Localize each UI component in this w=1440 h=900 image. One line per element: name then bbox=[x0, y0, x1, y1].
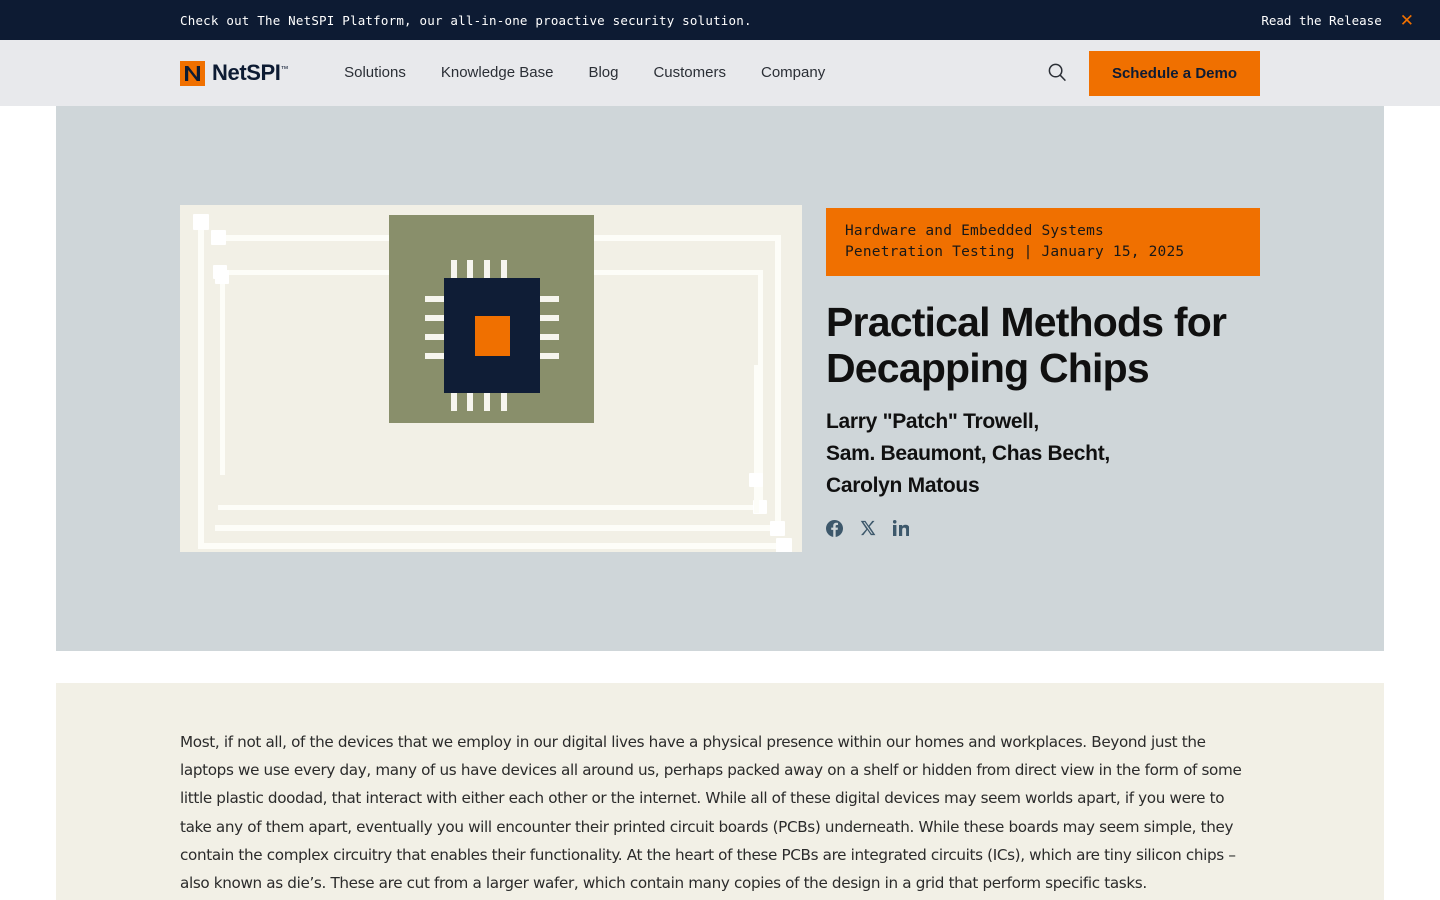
circuit-trace bbox=[218, 505, 763, 510]
x-twitter-icon[interactable] bbox=[860, 520, 876, 536]
circuit-pad bbox=[776, 538, 792, 552]
close-icon[interactable]: ✕ bbox=[1400, 12, 1416, 29]
chip-pin bbox=[539, 315, 559, 321]
circuit-trace bbox=[220, 275, 225, 475]
chip-plate bbox=[389, 215, 594, 423]
nav-item-knowledge-base[interactable]: Knowledge Base bbox=[441, 64, 589, 82]
chip-pin bbox=[484, 391, 490, 411]
linkedin-icon[interactable] bbox=[893, 520, 909, 537]
category-label: Hardware and Embedded Systems bbox=[845, 223, 1104, 239]
netspi-logo[interactable]: NetSPI™ bbox=[180, 60, 289, 86]
chip-pin bbox=[451, 391, 457, 411]
author-line-1: Larry "Patch" Trowell, bbox=[826, 409, 1039, 433]
chip-pin bbox=[425, 334, 445, 340]
circuit-trace bbox=[754, 365, 759, 513]
announcement-actions: Read the Release ✕ bbox=[1261, 12, 1416, 29]
announcement-bar: Check out The NetSPI Platform, our all-i… bbox=[0, 0, 1440, 40]
nav-link-customers[interactable]: Customers bbox=[653, 64, 761, 81]
nav-item-company[interactable]: Company bbox=[761, 64, 860, 82]
chip-pin bbox=[425, 353, 445, 359]
page-title: Practical Methods for Decapping Chips bbox=[826, 299, 1227, 392]
chip-pin bbox=[425, 296, 445, 302]
facebook-icon[interactable] bbox=[826, 519, 843, 537]
netspi-logo-mark-icon bbox=[180, 60, 205, 86]
decapped-chip-illustration bbox=[180, 205, 802, 552]
nav-item-blog[interactable]: Blog bbox=[588, 64, 653, 82]
brand-word-text: NetSPI bbox=[212, 60, 281, 85]
chip-pin bbox=[539, 353, 559, 359]
circuit-trace bbox=[215, 525, 781, 531]
trademark-symbol: ™ bbox=[280, 64, 289, 74]
nav-links: Solutions Knowledge Base Blog Customers … bbox=[344, 64, 860, 82]
author-line-3: Carolyn Matous bbox=[826, 473, 980, 497]
circuit-trace bbox=[775, 235, 781, 531]
circuit-trace bbox=[198, 543, 784, 549]
read-the-release-link[interactable]: Read the Release bbox=[1261, 13, 1381, 28]
main-navigation: NetSPI™ Solutions Knowledge Base Blog Cu… bbox=[0, 40, 1440, 106]
chip-pin bbox=[451, 260, 457, 280]
nav-item-solutions[interactable]: Solutions bbox=[344, 64, 441, 82]
chip-pin bbox=[467, 391, 473, 411]
hero-section: Hardware and Embedded Systems Penetratio… bbox=[56, 106, 1384, 651]
netspi-logo-text: NetSPI™ bbox=[212, 60, 289, 86]
chip-body bbox=[444, 278, 540, 393]
chip-pin bbox=[501, 391, 507, 411]
circuit-pad bbox=[770, 521, 785, 536]
category-date-badge[interactable]: Hardware and Embedded Systems Penetratio… bbox=[826, 208, 1260, 277]
hero-inner: Hardware and Embedded Systems Penetratio… bbox=[56, 205, 1384, 552]
social-share-row bbox=[826, 519, 1260, 537]
circuit-pad bbox=[193, 214, 209, 230]
circuit-pad bbox=[215, 270, 229, 284]
chip-pin bbox=[425, 315, 445, 321]
article-intro-paragraph: Most, if not all, of the devices that we… bbox=[180, 733, 1242, 893]
chip-pin bbox=[539, 334, 559, 340]
nav-actions: Schedule a Demo bbox=[1025, 40, 1440, 106]
nav-link-knowledge-base[interactable]: Knowledge Base bbox=[441, 64, 589, 81]
nav-item-customers[interactable]: Customers bbox=[653, 64, 761, 82]
search-button[interactable] bbox=[1025, 62, 1089, 85]
search-icon bbox=[1047, 62, 1067, 85]
author-line-2: Sam. Beaumont, Chas Becht, bbox=[826, 441, 1110, 465]
announcement-message: Check out The NetSPI Platform, our all-i… bbox=[180, 12, 752, 28]
chip-pin bbox=[484, 260, 490, 280]
category-date-label: Penetration Testing | January 15, 2025 bbox=[845, 243, 1185, 260]
chip-pin bbox=[539, 296, 559, 302]
circuit-pad bbox=[211, 230, 226, 245]
circuit-trace bbox=[198, 219, 204, 549]
hero-text-column: Hardware and Embedded Systems Penetratio… bbox=[826, 205, 1260, 537]
author-list: Larry "Patch" Trowell, Sam. Beaumont, Ch… bbox=[826, 406, 1260, 502]
chip-pin bbox=[501, 260, 507, 280]
circuit-pad bbox=[749, 473, 763, 487]
chip-pin bbox=[467, 260, 473, 280]
nav-link-company[interactable]: Company bbox=[761, 64, 860, 81]
chip-die-core bbox=[475, 316, 510, 356]
nav-link-solutions[interactable]: Solutions bbox=[344, 64, 441, 81]
nav-link-blog[interactable]: Blog bbox=[588, 64, 653, 81]
schedule-demo-button[interactable]: Schedule a Demo bbox=[1088, 50, 1260, 96]
article-body-section: Most, if not all, of the devices that we… bbox=[56, 683, 1384, 900]
